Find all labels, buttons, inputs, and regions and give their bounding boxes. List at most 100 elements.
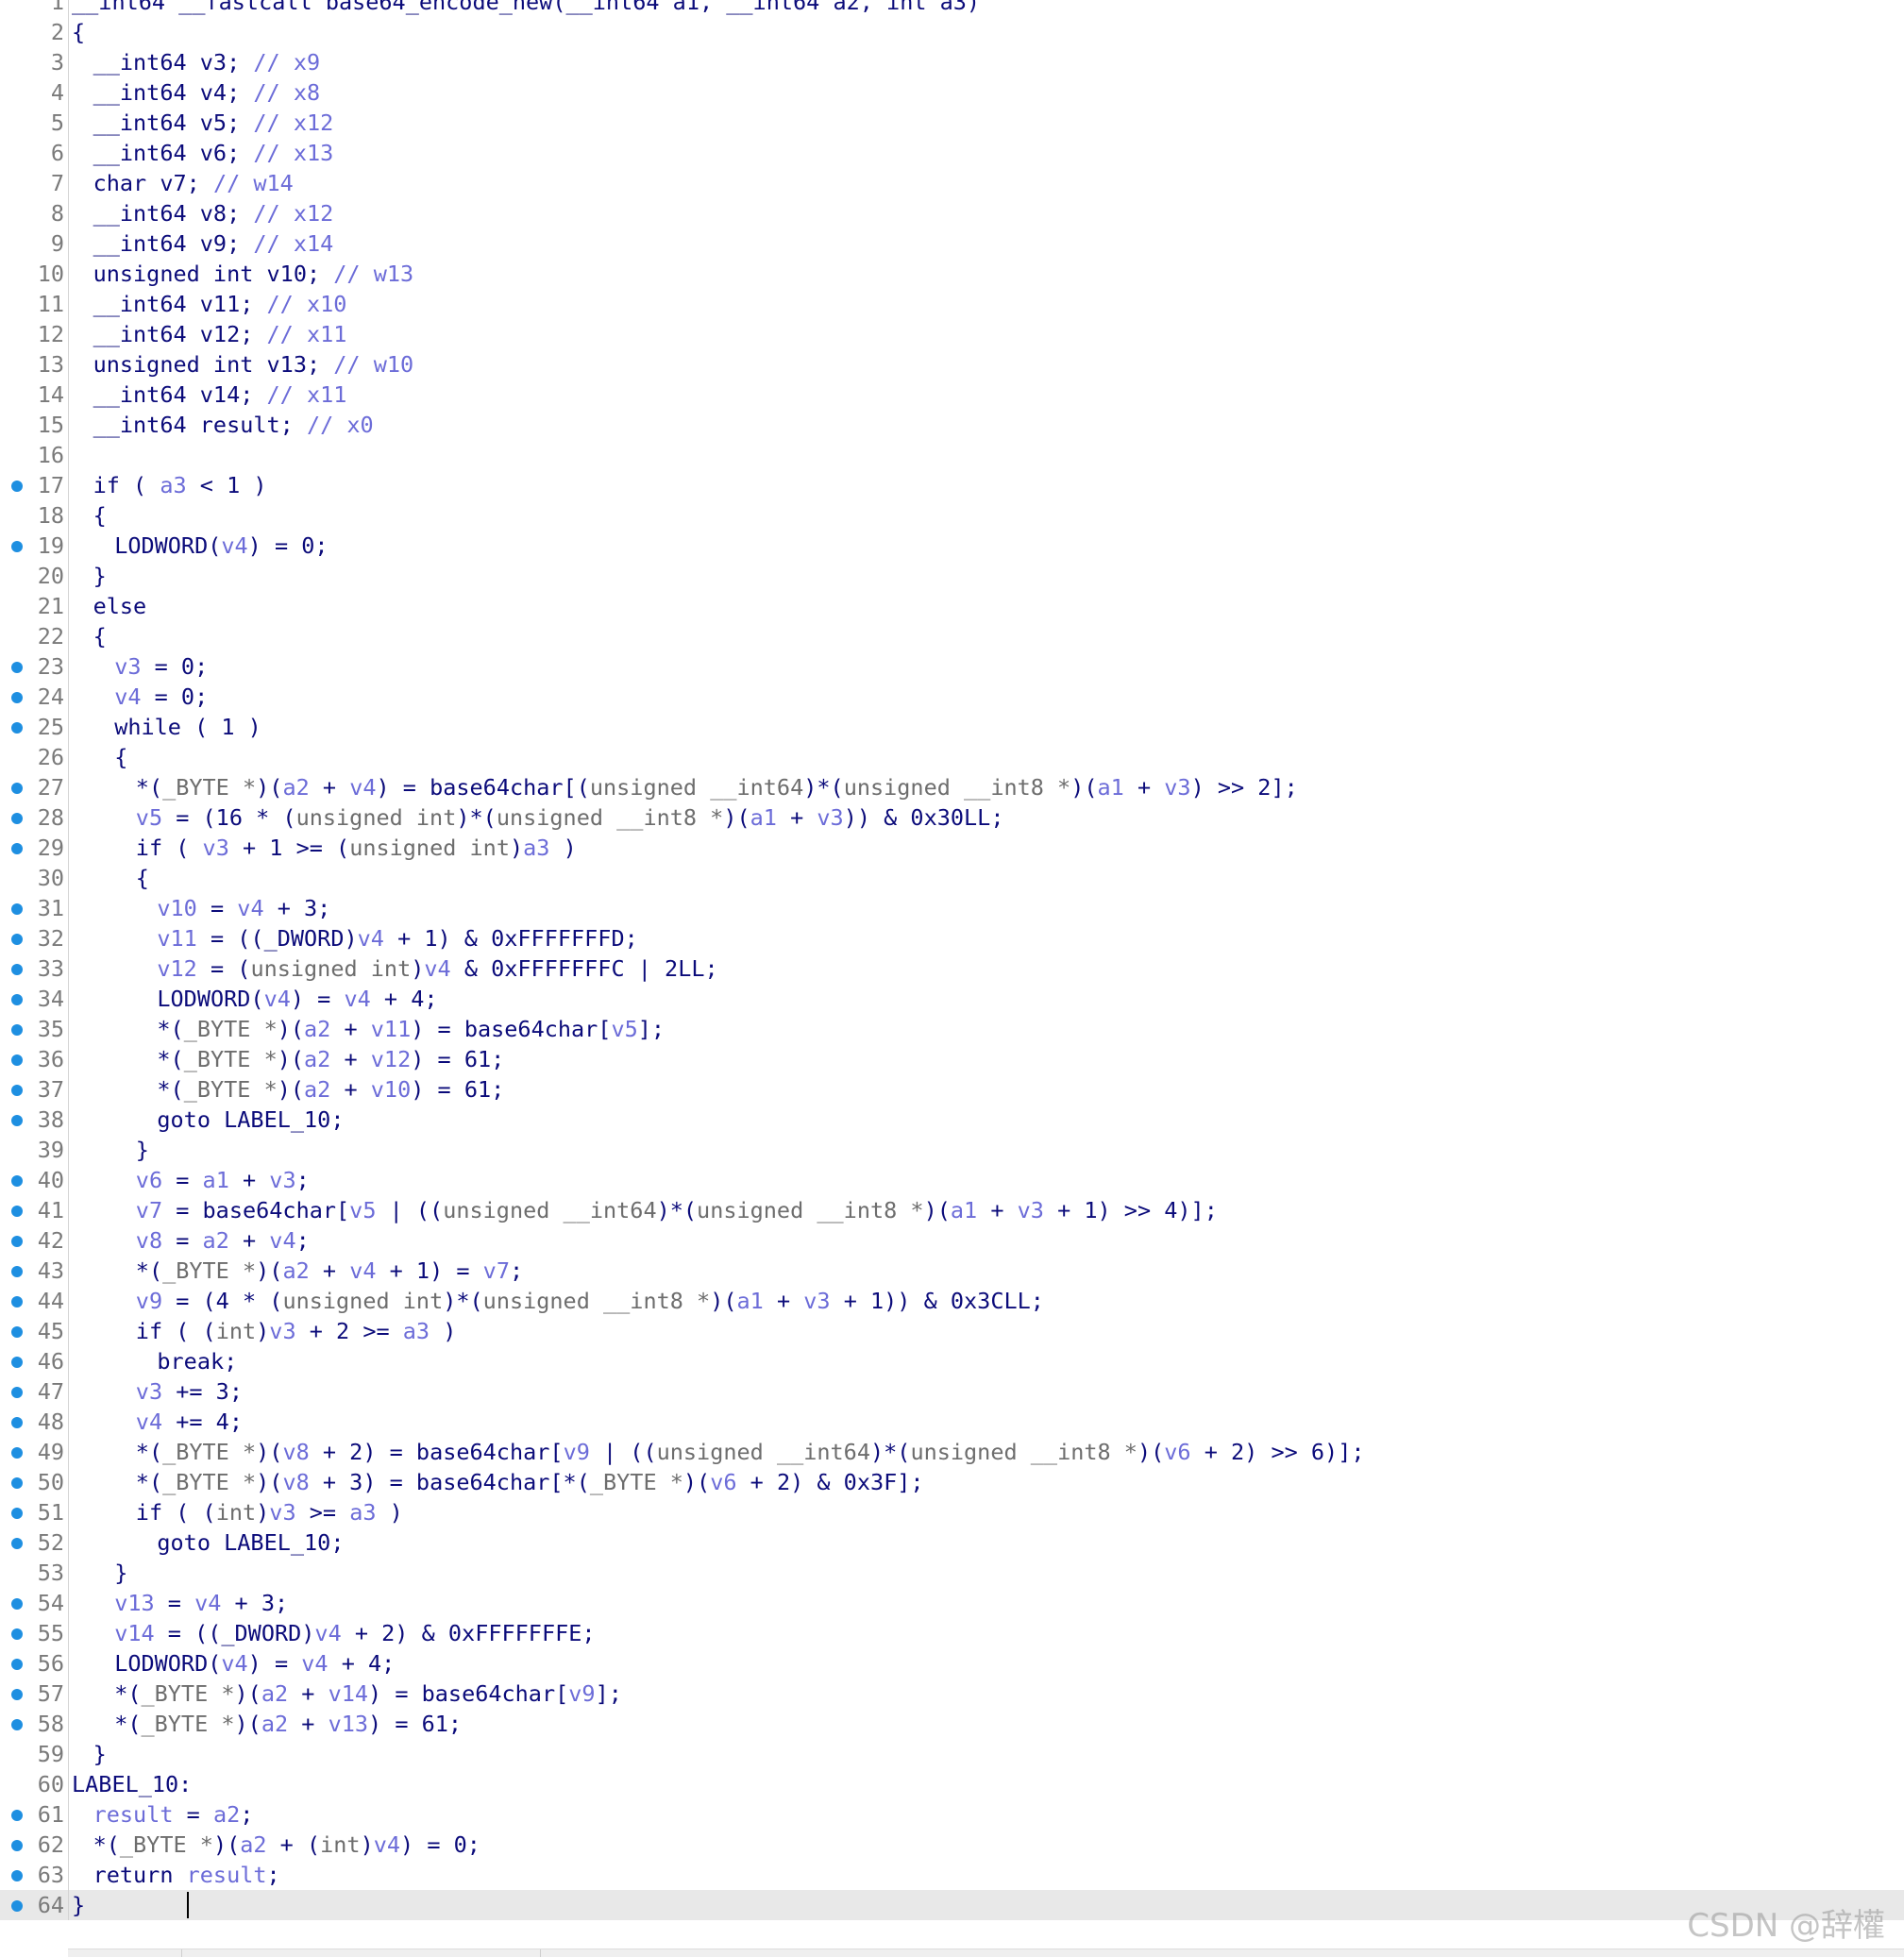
code-text[interactable]: if ( (int)v3 + 2 >= a3 ) <box>72 1316 457 1346</box>
code-line[interactable]: 26 { <box>0 742 1904 772</box>
code-text[interactable]: *(_BYTE *)(a2 + v13) = 61; <box>72 1709 462 1739</box>
code-line[interactable]: 31 v10 = v4 + 3; <box>0 893 1904 923</box>
code-text[interactable]: __int64 __fastcall base64_encode_new(__i… <box>72 0 980 17</box>
code-text[interactable]: v13 = v4 + 3; <box>72 1588 288 1618</box>
code-text[interactable]: goto LABEL_10; <box>72 1527 344 1558</box>
code-line[interactable]: 24 v4 = 0; <box>0 682 1904 712</box>
code-text[interactable]: v7 = base64char[v5 | ((unsigned __int64)… <box>72 1195 1218 1225</box>
code-text[interactable]: __int64 v11; // x10 <box>72 289 347 319</box>
breakpoint-dot-icon[interactable] <box>11 1870 23 1881</box>
code-text[interactable]: v3 += 3; <box>72 1376 243 1407</box>
code-line[interactable]: 38 goto LABEL_10; <box>0 1105 1904 1135</box>
breakpoint-dot-icon[interactable] <box>11 903 23 915</box>
breakpoint-dot-icon[interactable] <box>11 1477 23 1489</box>
code-line[interactable]: 48 v4 += 4; <box>0 1407 1904 1437</box>
code-line[interactable]: 5 __int64 v5; // x12 <box>0 108 1904 138</box>
code-line[interactable]: 57 *(_BYTE *)(a2 + v14) = base64char[v9]; <box>0 1679 1904 1709</box>
code-text[interactable]: v9 = (4 * (unsigned int)*(unsigned __int… <box>72 1286 1044 1316</box>
code-text[interactable]: char v7; // w14 <box>72 168 294 198</box>
code-line[interactable]: 7 char v7; // w14 <box>0 168 1904 198</box>
breakpoint-dot-icon[interactable] <box>11 1900 23 1912</box>
code-text[interactable]: __int64 v12; // x11 <box>72 319 347 349</box>
code-line[interactable]: 28 v5 = (16 * (unsigned int)*(unsigned __… <box>0 802 1904 833</box>
breakpoint-dot-icon[interactable] <box>11 1659 23 1670</box>
code-text[interactable]: v5 = (16 * (unsigned int)*(unsigned __in… <box>72 802 1004 833</box>
code-line[interactable]: 53} <box>0 1558 1904 1588</box>
code-line[interactable]: 15 __int64 result; // x0 <box>0 410 1904 440</box>
breakpoint-dot-icon[interactable] <box>11 1628 23 1640</box>
breakpoint-dot-icon[interactable] <box>11 1236 23 1247</box>
code-text[interactable]: v12 = (unsigned int)v4 & 0xFFFFFFFC | 2L… <box>72 953 717 984</box>
code-text[interactable]: LODWORD(v4) = v4 + 4; <box>72 984 437 1014</box>
breakpoint-dot-icon[interactable] <box>11 1115 23 1126</box>
code-line[interactable]: 6 __int64 v6; // x13 <box>0 138 1904 168</box>
code-line[interactable]: 43 *(_BYTE *)(a2 + v4 + 1) = v7; <box>0 1256 1904 1286</box>
code-text[interactable]: { <box>72 621 107 651</box>
code-text[interactable]: *(_BYTE *)(a2 + v10) = 61; <box>72 1074 504 1105</box>
breakpoint-dot-icon[interactable] <box>11 1719 23 1730</box>
code-text[interactable]: LABEL_10: <box>72 1769 192 1799</box>
code-text[interactable]: v11 = ((_DWORD)v4 + 1) & 0xFFFFFFFD; <box>72 923 637 953</box>
code-text[interactable]: } <box>72 1558 127 1588</box>
code-line[interactable]: 51 if ( (int)v3 >= a3 ) <box>0 1497 1904 1527</box>
code-line[interactable]: 62 *(_BYTE *)(a2 + (int)v4) = 0; <box>0 1830 1904 1860</box>
code-line[interactable]: 23 v3 = 0; <box>0 651 1904 682</box>
code-text[interactable]: __int64 v8; // x12 <box>72 198 334 228</box>
code-text[interactable]: if ( (int)v3 >= a3 ) <box>72 1497 403 1527</box>
breakpoint-dot-icon[interactable] <box>11 1598 23 1610</box>
code-line[interactable]: 61 result = a2; <box>0 1799 1904 1830</box>
code-line[interactable]: 46 break; <box>0 1346 1904 1376</box>
breakpoint-dot-icon[interactable] <box>11 722 23 734</box>
code-text[interactable]: else <box>72 591 147 621</box>
code-line[interactable]: 11 __int64 v11; // x10 <box>0 289 1904 319</box>
breakpoint-dot-icon[interactable] <box>11 1326 23 1338</box>
code-line[interactable]: 63 return result; <box>0 1860 1904 1890</box>
breakpoint-dot-icon[interactable] <box>11 1689 23 1700</box>
code-line[interactable]: 12 __int64 v12; // x11 <box>0 319 1904 349</box>
code-line[interactable]: 27 *(_BYTE *)(a2 + v4) = base64char[(unsi… <box>0 772 1904 802</box>
breakpoint-dot-icon[interactable] <box>11 1175 23 1187</box>
code-text[interactable]: __int64 v14; // x11 <box>72 380 347 410</box>
code-text[interactable]: v10 = v4 + 3; <box>72 893 330 923</box>
code-text[interactable]: if ( v3 + 1 >= (unsigned int)a3 ) <box>72 833 577 863</box>
breakpoint-dot-icon[interactable] <box>11 1206 23 1217</box>
code-line[interactable]: 39} <box>0 1135 1904 1165</box>
code-line[interactable]: 18 { <box>0 500 1904 531</box>
code-line[interactable]: 9 __int64 v9; // x14 <box>0 228 1904 259</box>
breakpoint-dot-icon[interactable] <box>11 1054 23 1066</box>
code-line[interactable]: 21 else <box>0 591 1904 621</box>
code-text[interactable]: } <box>72 1890 189 1920</box>
code-text[interactable]: v8 = a2 + v4; <box>72 1225 310 1256</box>
code-text[interactable]: result = a2; <box>72 1799 254 1830</box>
code-text[interactable]: __int64 v9; // x14 <box>72 228 334 259</box>
code-text[interactable]: { <box>72 742 127 772</box>
code-text[interactable]: unsigned int v10; // w13 <box>72 259 414 289</box>
code-text[interactable]: LODWORD(v4) = 0; <box>72 531 328 561</box>
code-text[interactable]: } <box>72 1739 107 1769</box>
code-text[interactable]: return result; <box>72 1860 280 1890</box>
code-text[interactable]: *(_BYTE *)(v8 + 2) = base64char[v9 | ((u… <box>72 1437 1365 1467</box>
code-line[interactable]: 49 *(_BYTE *)(v8 + 2) = base64char[v9 | (… <box>0 1437 1904 1467</box>
code-text[interactable]: *(_BYTE *)(a2 + v11) = base64char[v5]; <box>72 1014 665 1044</box>
breakpoint-dot-icon[interactable] <box>11 843 23 854</box>
breakpoint-dot-icon[interactable] <box>11 1840 23 1851</box>
breakpoint-dot-icon[interactable] <box>11 1387 23 1398</box>
code-line[interactable]: 30 { <box>0 863 1904 893</box>
code-line[interactable]: 50 *(_BYTE *)(v8 + 3) = base64char[*(_BYT… <box>0 1467 1904 1497</box>
code-line[interactable]: 35 *(_BYTE *)(a2 + v11) = base64char[v5]; <box>0 1014 1904 1044</box>
breakpoint-dot-icon[interactable] <box>11 813 23 824</box>
code-line[interactable]: 17 if ( a3 < 1 ) <box>0 470 1904 500</box>
code-line[interactable]: 4 __int64 v4; // x8 <box>0 77 1904 108</box>
code-line[interactable]: 36 *(_BYTE *)(a2 + v12) = 61; <box>0 1044 1904 1074</box>
breakpoint-dot-icon[interactable] <box>11 783 23 794</box>
code-text[interactable]: v3 = 0; <box>72 651 208 682</box>
code-line[interactable]: 32 v11 = ((_DWORD)v4 + 1) & 0xFFFFFFFD; <box>0 923 1904 953</box>
code-line[interactable]: 20} <box>0 561 1904 591</box>
breakpoint-dot-icon[interactable] <box>11 1417 23 1428</box>
code-text[interactable]: v4 += 4; <box>72 1407 243 1437</box>
code-text[interactable]: *(_BYTE *)(a2 + v12) = 61; <box>72 1044 504 1074</box>
code-text[interactable]: { <box>72 863 149 893</box>
breakpoint-dot-icon[interactable] <box>11 1085 23 1096</box>
code-line[interactable]: 58 *(_BYTE *)(a2 + v13) = 61; <box>0 1709 1904 1739</box>
code-line[interactable]: 33 v12 = (unsigned int)v4 & 0xFFFFFFFC | … <box>0 953 1904 984</box>
